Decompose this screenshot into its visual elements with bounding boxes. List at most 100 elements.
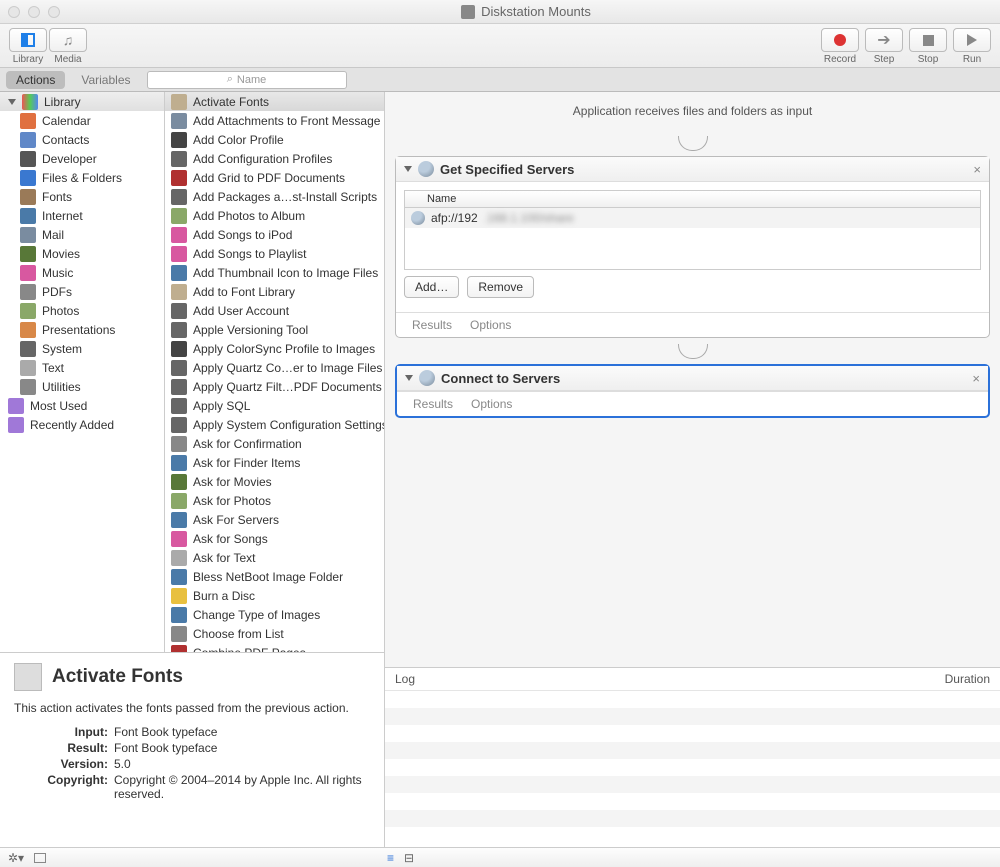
action-item[interactable]: Apple Versioning Tool	[165, 320, 384, 339]
info-copyright-value: Copyright © 2004–2014 by Apple Inc. All …	[114, 773, 370, 801]
action-item[interactable]: Change Type of Images	[165, 605, 384, 624]
action-header[interactable]: Connect to Servers ×	[397, 366, 988, 391]
step-button[interactable]: ➔Step	[864, 26, 904, 67]
category-icon	[20, 379, 36, 395]
action-item[interactable]: Apply Quartz Co…er to Image Files	[165, 358, 384, 377]
recently-added-item[interactable]: Recently Added	[0, 415, 164, 434]
action-item[interactable]: Add Songs to iPod	[165, 225, 384, 244]
action-item[interactable]: Add Thumbnail Icon to Image Files	[165, 263, 384, 282]
action-item[interactable]: Add Color Profile	[165, 130, 384, 149]
library-icon	[21, 33, 35, 47]
globe-icon	[411, 211, 425, 225]
most-used-item[interactable]: Most Used	[0, 396, 164, 415]
library-category-internet[interactable]: Internet	[0, 206, 164, 225]
action-item[interactable]: Ask for Finder Items	[165, 453, 384, 472]
action-item[interactable]: Choose from List	[165, 624, 384, 643]
action-label: Ask for Confirmation	[193, 437, 302, 451]
log-view-button[interactable]: ⊟	[404, 851, 414, 865]
action-item[interactable]: Apply System Configuration Settings	[165, 415, 384, 434]
disclosure-triangle-icon[interactable]	[405, 375, 413, 381]
record-button[interactable]: Record	[820, 26, 860, 67]
action-icon	[171, 170, 187, 186]
remove-server-button[interactable]: Remove	[467, 276, 534, 298]
action-item[interactable]: Apply ColorSync Profile to Images	[165, 339, 384, 358]
action-item[interactable]: Burn a Disc	[165, 586, 384, 605]
options-toggle[interactable]: Options	[470, 318, 511, 332]
variables-tab[interactable]: Variables	[71, 71, 140, 89]
action-item[interactable]: Ask for Text	[165, 548, 384, 567]
options-toggle[interactable]: Options	[471, 397, 512, 411]
media-button[interactable]: ♫ Media	[48, 26, 88, 67]
library-category-fonts[interactable]: Fonts	[0, 187, 164, 206]
workflow-view-button[interactable]: ≡	[387, 851, 394, 865]
library-category-contacts[interactable]: Contacts	[0, 130, 164, 149]
action-header[interactable]: Get Specified Servers ×	[396, 157, 989, 182]
library-category-utilities[interactable]: Utilities	[0, 377, 164, 396]
category-label: Developer	[42, 152, 97, 166]
category-label: Photos	[42, 304, 79, 318]
category-label: Movies	[42, 247, 80, 261]
expand-info-button[interactable]	[34, 853, 46, 863]
window-controls	[8, 6, 60, 18]
action-label: Ask For Servers	[193, 513, 279, 527]
minimize-window-button[interactable]	[28, 6, 40, 18]
action-item[interactable]: Ask for Photos	[165, 491, 384, 510]
action-item[interactable]: Bless NetBoot Image Folder	[165, 567, 384, 586]
library-category-system[interactable]: System	[0, 339, 164, 358]
action-icon	[171, 493, 187, 509]
action-icon	[171, 208, 187, 224]
action-item[interactable]: Add Grid to PDF Documents	[165, 168, 384, 187]
library-category-presentations[interactable]: Presentations	[0, 320, 164, 339]
library-category-music[interactable]: Music	[0, 263, 164, 282]
action-item[interactable]: Ask For Servers	[165, 510, 384, 529]
library-category-mail[interactable]: Mail	[0, 225, 164, 244]
globe-icon	[419, 370, 435, 386]
action-connect-to-servers[interactable]: Connect to Servers × Results Options	[395, 364, 990, 418]
library-category-photos[interactable]: Photos	[0, 301, 164, 320]
action-item[interactable]: Add User Account	[165, 301, 384, 320]
remove-action-button[interactable]: ×	[972, 371, 980, 386]
zoom-window-button[interactable]	[48, 6, 60, 18]
action-item[interactable]: Add Songs to Playlist	[165, 244, 384, 263]
action-item[interactable]: Apply Quartz Filt…PDF Documents	[165, 377, 384, 396]
connector-icon	[385, 136, 1000, 150]
library-category-text[interactable]: Text	[0, 358, 164, 377]
results-toggle[interactable]: Results	[413, 397, 453, 411]
library-category-calendar[interactable]: Calendar	[0, 111, 164, 130]
action-item[interactable]: Apply SQL	[165, 396, 384, 415]
results-toggle[interactable]: Results	[412, 318, 452, 332]
library-category-movies[interactable]: Movies	[0, 244, 164, 263]
action-item[interactable]: Add Photos to Album	[165, 206, 384, 225]
action-get-specified-servers[interactable]: Get Specified Servers × Name afp://192.1…	[395, 156, 990, 338]
action-item[interactable]: Ask for Movies	[165, 472, 384, 491]
action-icon	[171, 474, 187, 490]
action-item[interactable]: Add to Font Library	[165, 282, 384, 301]
library-header[interactable]: Library	[0, 92, 164, 111]
action-item[interactable]: Add Packages a…st-Install Scripts	[165, 187, 384, 206]
actions-tab[interactable]: Actions	[6, 71, 65, 89]
add-server-button[interactable]: Add…	[404, 276, 459, 298]
action-item[interactable]: Add Configuration Profiles	[165, 149, 384, 168]
library-toggle-button[interactable]: Library	[8, 26, 48, 67]
disclosure-triangle-icon[interactable]	[8, 99, 16, 105]
action-item[interactable]: Ask for Confirmation	[165, 434, 384, 453]
log-column-header: Log	[395, 672, 415, 686]
search-field[interactable]: ⌕Name	[147, 71, 347, 89]
action-item[interactable]: Activate Fonts	[165, 92, 384, 111]
disclosure-triangle-icon[interactable]	[404, 166, 412, 172]
smart-folder-icon	[8, 417, 24, 433]
action-item[interactable]: Add Attachments to Front Message	[165, 111, 384, 130]
category-icon	[20, 303, 36, 319]
library-category-pdfs[interactable]: PDFs	[0, 282, 164, 301]
gear-menu-button[interactable]: ✲▾	[8, 851, 24, 865]
library-category-files-folders[interactable]: Files & Folders	[0, 168, 164, 187]
run-button[interactable]: Run	[952, 26, 992, 67]
library-category-developer[interactable]: Developer	[0, 149, 164, 168]
category-icon	[20, 151, 36, 167]
close-window-button[interactable]	[8, 6, 20, 18]
action-item[interactable]: Ask for Songs	[165, 529, 384, 548]
server-row[interactable]: afp://192.168.1.100/share	[405, 208, 980, 228]
remove-action-button[interactable]: ×	[973, 162, 981, 177]
stop-button[interactable]: Stop	[908, 26, 948, 67]
servers-table[interactable]: Name afp://192.168.1.100/share	[404, 190, 981, 270]
